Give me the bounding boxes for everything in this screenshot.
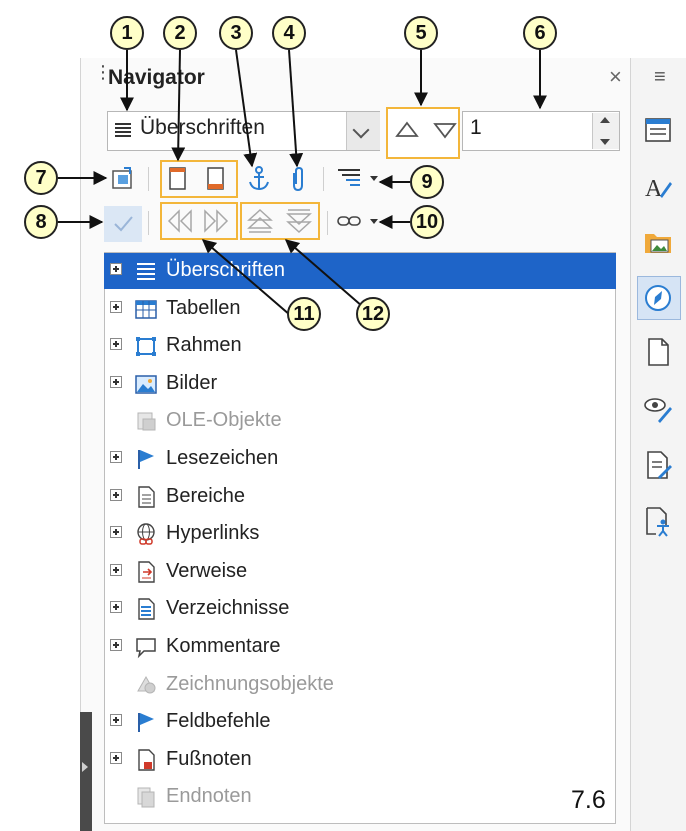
callout-leaders [58,49,547,316]
callout-3: 3 [219,16,253,50]
callout-1: 1 [110,16,144,50]
callout-7: 7 [24,161,58,195]
callout-4: 4 [272,16,306,50]
callout-12: 12 [356,297,390,331]
callout-2: 2 [163,16,197,50]
callout-8: 8 [24,205,58,239]
callout-5: 5 [404,16,438,50]
callout-11: 11 [287,297,321,331]
callout-10: 10 [410,205,444,239]
callout-9: 9 [410,165,444,199]
callout-6: 6 [523,16,557,50]
